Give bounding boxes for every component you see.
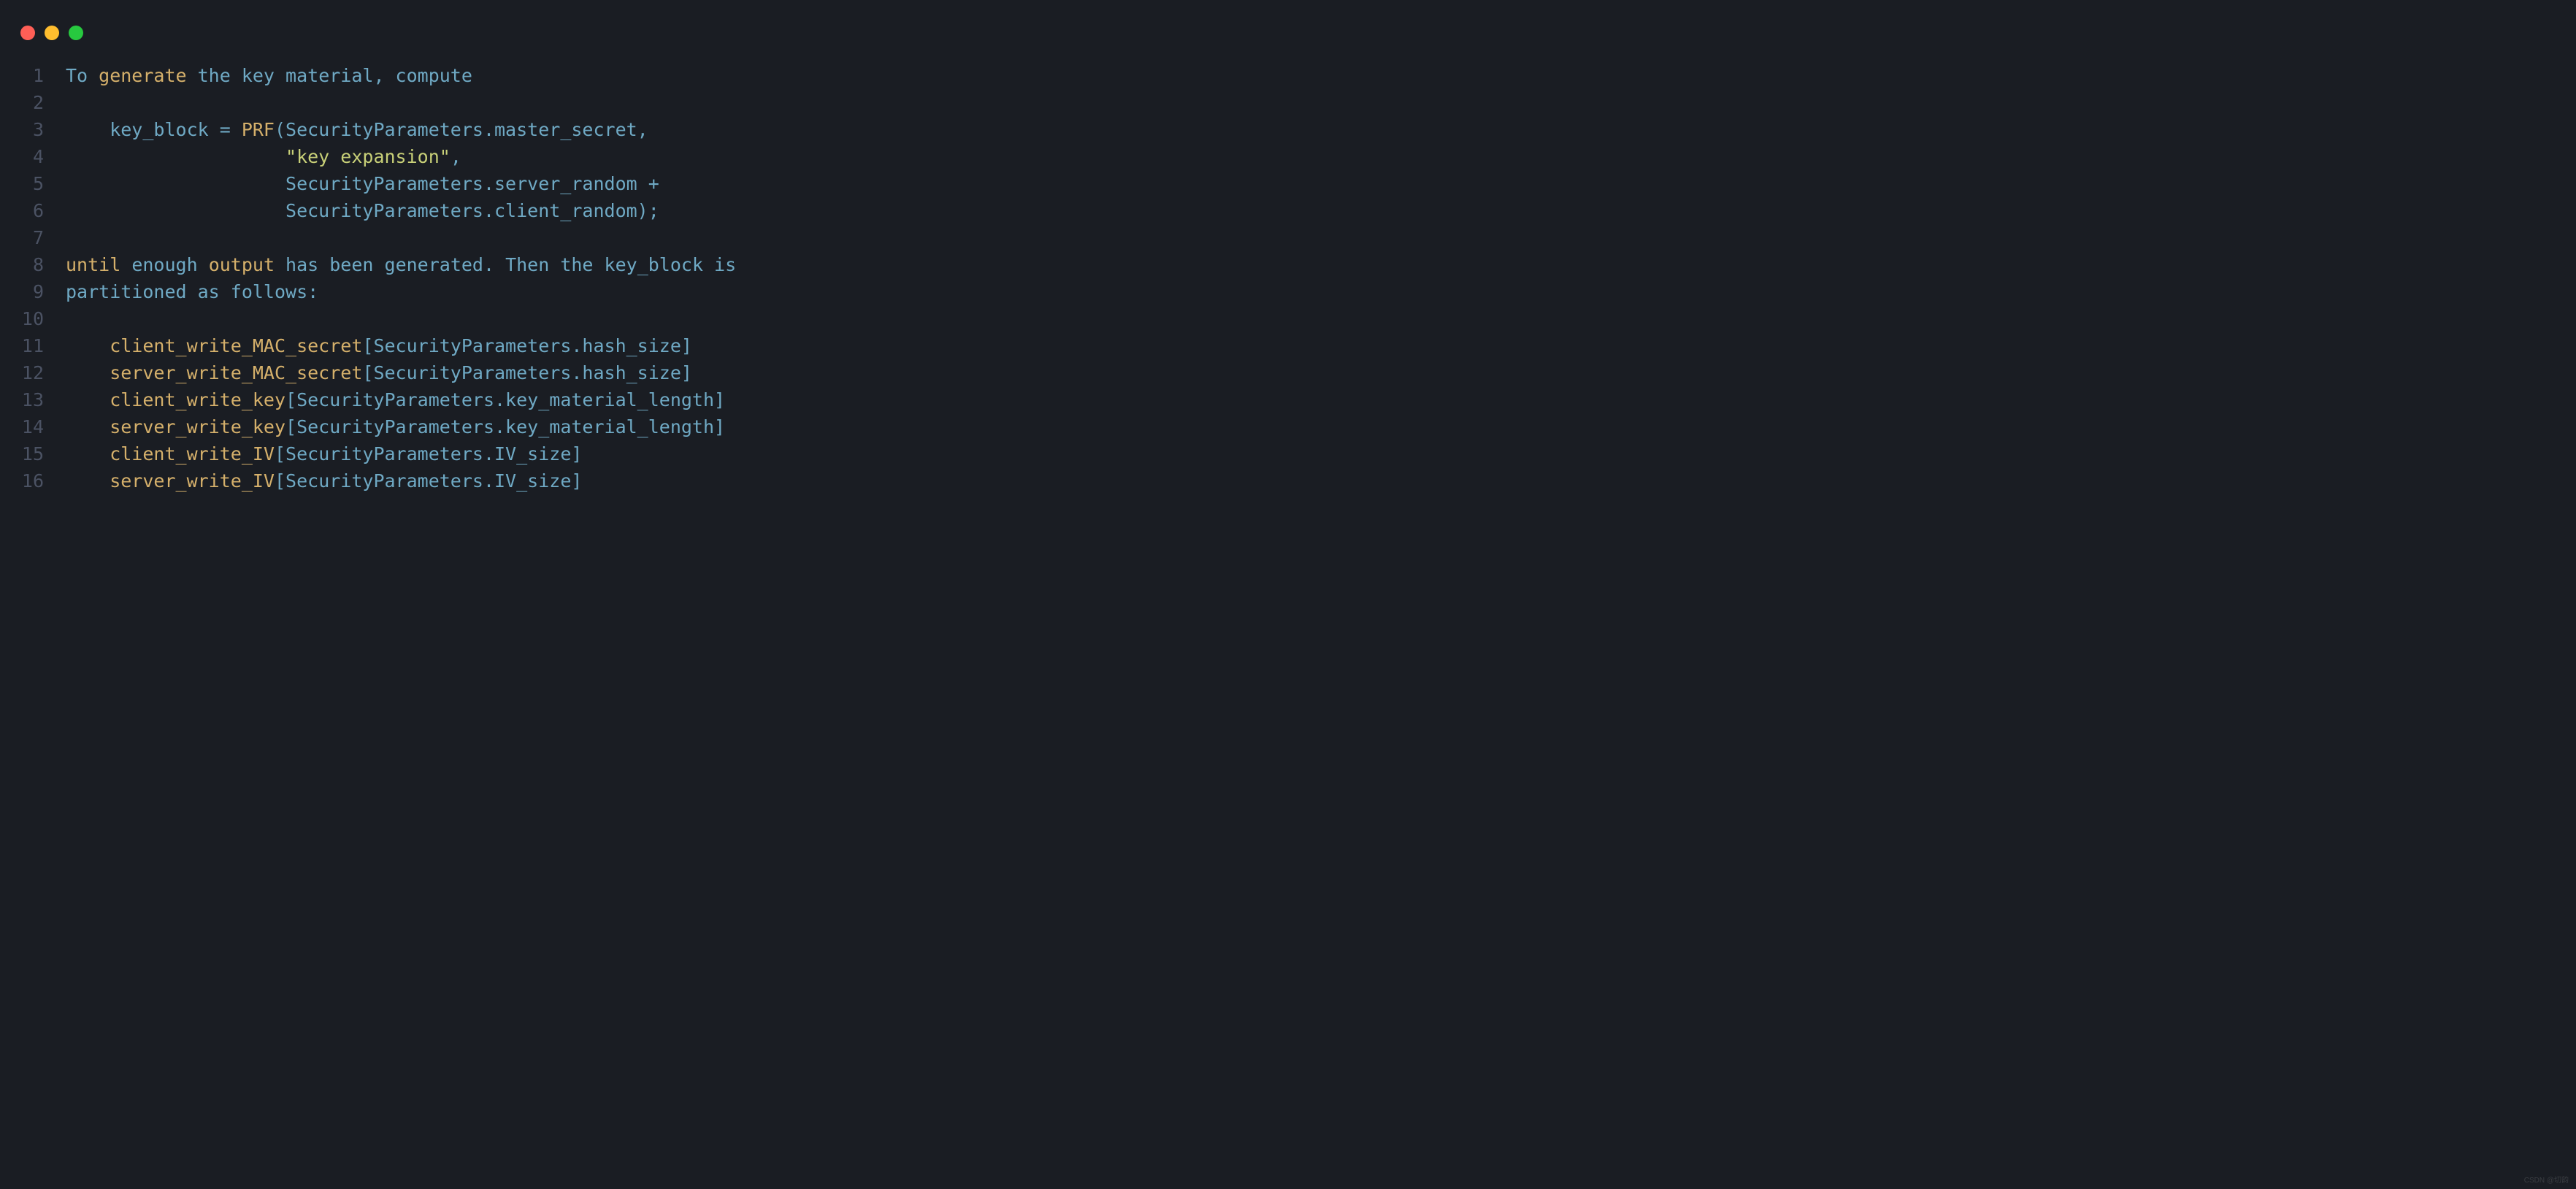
code-line: partitioned as follows: [66,278,2576,305]
code-token: generate [99,65,186,86]
code-token [66,146,285,167]
line-number: 11 [0,332,44,359]
line-number-gutter: 1 2 3 4 5 6 7 8 9 10 11 12 13 14 15 16 [0,62,66,494]
line-number: 6 [0,197,44,224]
code-editor: 1 2 3 4 5 6 7 8 9 10 11 12 13 14 15 16 T… [0,62,2576,494]
code-token: client_write_IV [66,443,275,464]
code-token: [SecurityParameters.key_material_length] [285,416,725,437]
code-token: SecurityParameters.server_random + [66,173,659,194]
code-line: SecurityParameters.server_random + [66,170,2576,197]
code-line: server_write_key[SecurityParameters.key_… [66,413,2576,440]
code-token: partitioned as follows: [66,281,318,302]
code-token: [SecurityParameters.key_material_length] [285,389,725,410]
code-token: [SecurityParameters.hash_size] [362,362,692,383]
code-line: client_write_key[SecurityParameters.key_… [66,386,2576,413]
code-token: [SecurityParameters.IV_size] [275,443,582,464]
code-token: client_write_MAC_secret [66,335,362,356]
line-number: 16 [0,467,44,494]
line-number: 9 [0,278,44,305]
code-token: the key material, compute [187,65,472,86]
code-token: enough [120,254,208,275]
code-content[interactable]: To generate the key material, compute ke… [66,62,2576,494]
line-number: 4 [0,143,44,170]
close-icon[interactable] [20,26,35,40]
code-line: client_write_MAC_secret[SecurityParamete… [66,332,2576,359]
line-number: 3 [0,116,44,143]
code-token: To [66,65,99,86]
code-line: "key expansion", [66,143,2576,170]
code-token: [SecurityParameters.IV_size] [275,470,582,492]
line-number: 7 [0,224,44,251]
code-token: key_block = [66,119,242,140]
watermark: CSDN @切韵 [2524,1174,2569,1185]
code-token: has been generated. Then the key_block i… [275,254,736,275]
code-line [66,224,2576,251]
line-number: 15 [0,440,44,467]
maximize-icon[interactable] [69,26,83,40]
line-number: 2 [0,89,44,116]
code-line [66,305,2576,332]
code-token: client_write_key [66,389,285,410]
line-number: 13 [0,386,44,413]
code-line [66,89,2576,116]
code-token: (SecurityParameters.master_secret, [275,119,648,140]
code-token: PRF [242,119,275,140]
code-token: "key expansion" [285,146,451,167]
line-number: 8 [0,251,44,278]
line-number: 10 [0,305,44,332]
code-line: server_write_IV[SecurityParameters.IV_si… [66,467,2576,494]
window-controls [0,15,2576,62]
code-token: until [66,254,120,275]
code-token: server_write_MAC_secret [66,362,362,383]
line-number: 12 [0,359,44,386]
code-token: server_write_key [66,416,285,437]
code-token: server_write_IV [66,470,275,492]
minimize-icon[interactable] [45,26,59,40]
code-token: [SecurityParameters.hash_size] [362,335,692,356]
code-token: output [209,254,275,275]
line-number: 14 [0,413,44,440]
code-line: until enough output has been generated. … [66,251,2576,278]
code-line: client_write_IV[SecurityParameters.IV_si… [66,440,2576,467]
code-line: key_block = PRF(SecurityParameters.maste… [66,116,2576,143]
code-token: , [451,146,461,167]
code-token: SecurityParameters.client_random); [66,200,659,221]
code-line: SecurityParameters.client_random); [66,197,2576,224]
code-line: server_write_MAC_secret[SecurityParamete… [66,359,2576,386]
line-number: 5 [0,170,44,197]
code-line: To generate the key material, compute [66,62,2576,89]
line-number: 1 [0,62,44,89]
